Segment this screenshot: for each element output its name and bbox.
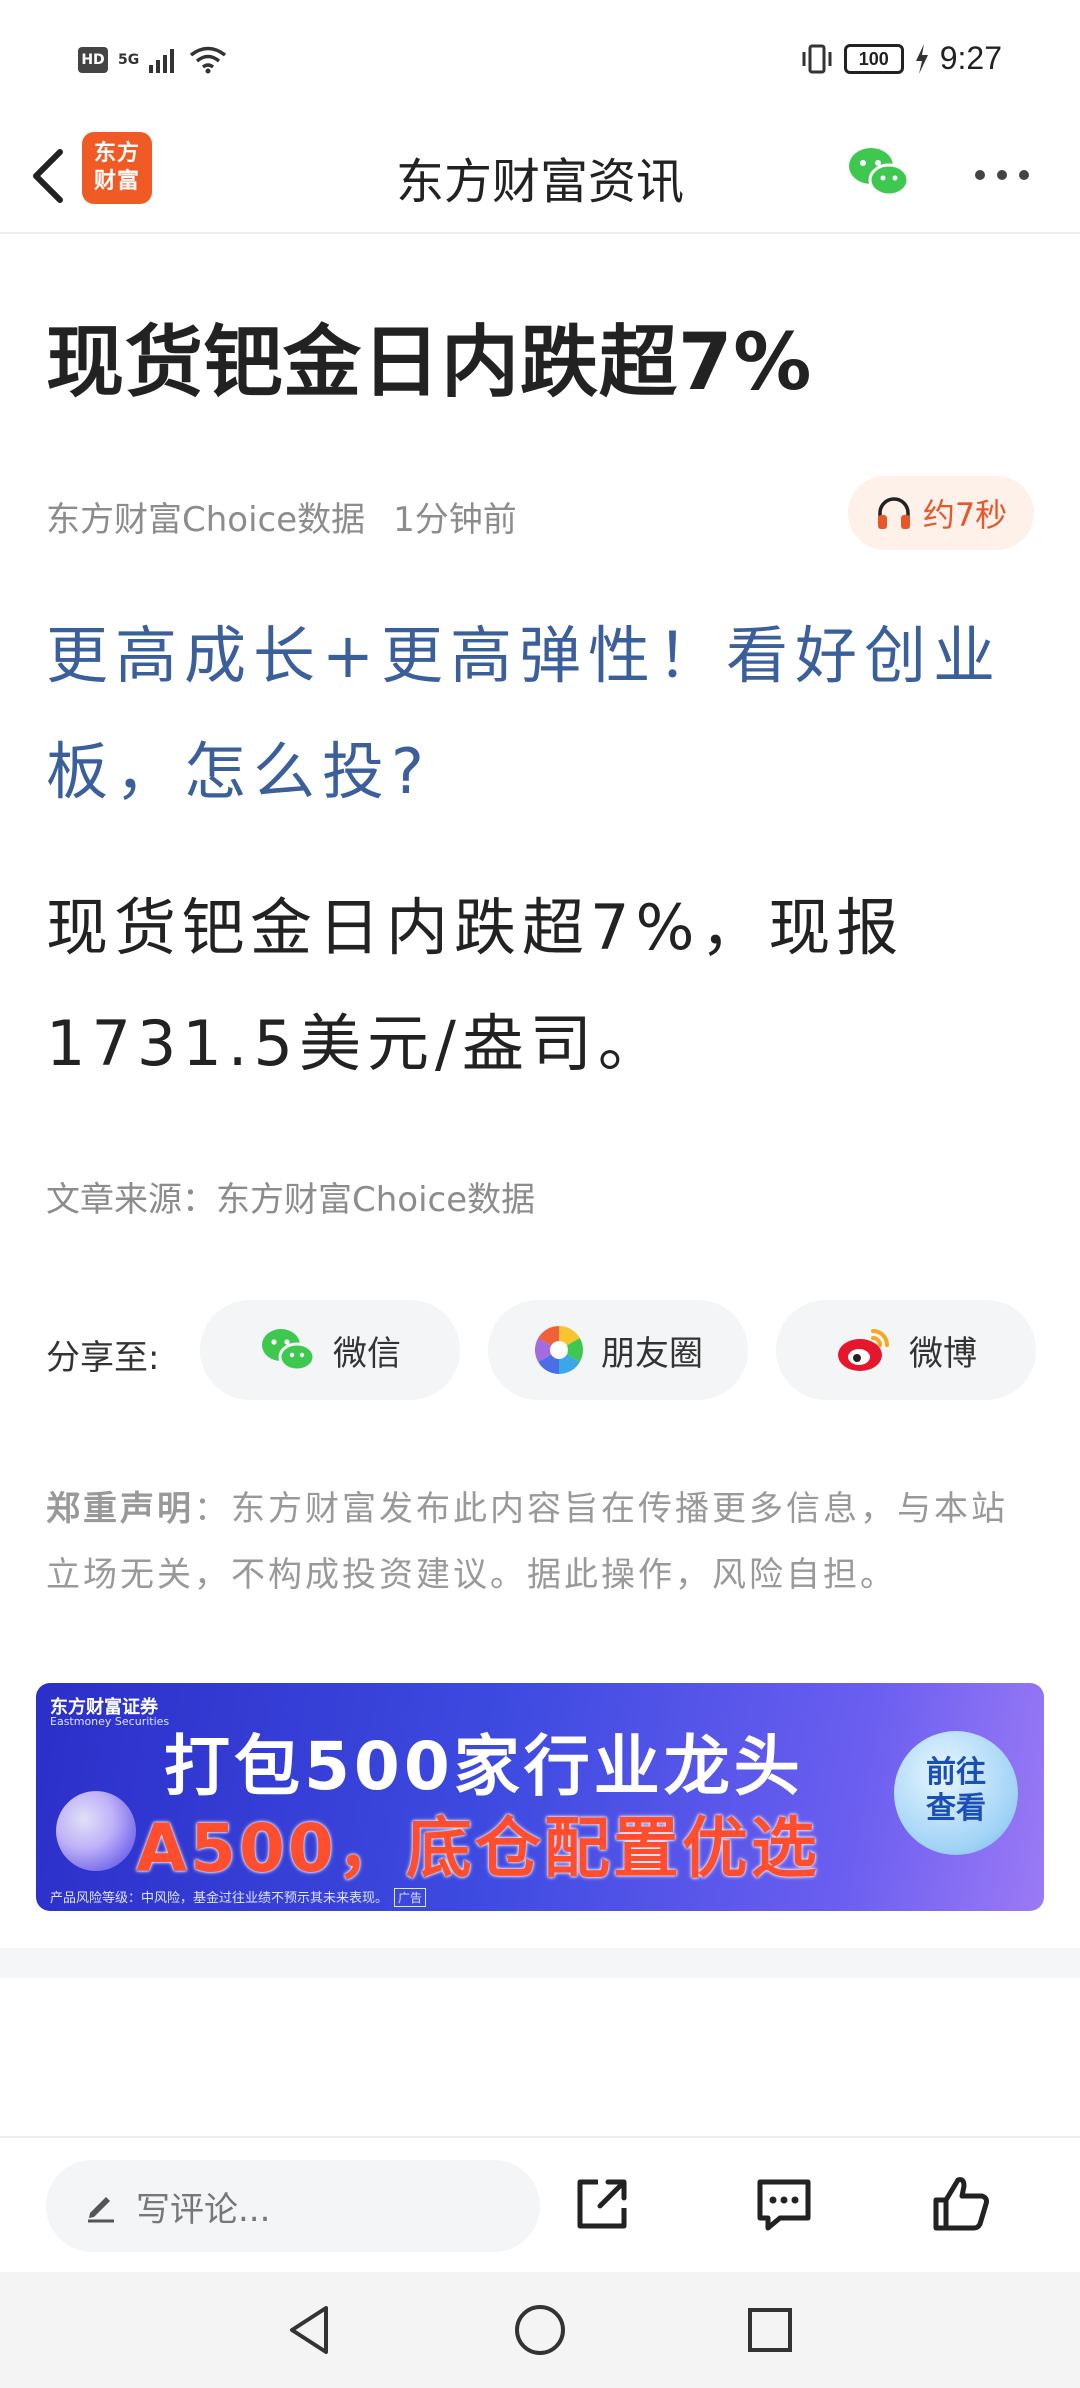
moments-icon [534, 1326, 584, 1374]
like-button[interactable] [930, 2172, 994, 2236]
system-back-button[interactable] [280, 2300, 340, 2360]
bottom-action-bar: 写评论... [0, 2136, 1080, 2272]
listen-button[interactable]: 约7秒 [848, 476, 1034, 550]
wechat-icon [262, 1329, 316, 1372]
comment-icon [757, 2179, 811, 2231]
comments-button[interactable] [752, 2172, 816, 2236]
top-nav-bar: 东方 财富 东方财富资讯 [0, 120, 1080, 234]
weibo-icon [838, 1329, 889, 1371]
ad-cta-line2: 查看 [926, 1791, 986, 1826]
square-recents-icon [748, 2308, 792, 2352]
wechat-icon [849, 148, 910, 197]
page-title: 东方财富资讯 [395, 154, 684, 210]
article-body: 现货钯金日内跌超7%，现报1731.5美元/盎司。 [46, 891, 905, 1080]
share-wechat-label: 微信 [333, 1333, 401, 1374]
circle-home-icon [515, 2305, 565, 2355]
ad-cta-line1: 前往 [926, 1755, 986, 1790]
article-author[interactable]: 东方财富Choice数据 [46, 500, 365, 540]
pen-icon [88, 2197, 114, 2223]
share-moments-label: 朋友圈 [601, 1333, 703, 1374]
clock: 9:27 [939, 40, 1002, 76]
triangle-back-icon [290, 2306, 328, 2354]
more-dots-icon [975, 170, 1029, 180]
section-divider [0, 1948, 1080, 1978]
ad-cta-button[interactable]: 前往 查看 [894, 1731, 1018, 1855]
ad-banner[interactable]: 东方财富证券 Eastmoney Securities 打包500家行业龙头 A… [36, 1683, 1044, 1911]
charging-icon [915, 43, 928, 74]
share-icon [577, 2179, 627, 2229]
article-meta: 东方财富Choice数据 1分钟前 [46, 492, 517, 541]
share-weibo-label: 微博 [909, 1333, 977, 1374]
related-article-link[interactable]: 更高成长+更高弹性！看好创业板，怎么投? [46, 598, 1036, 830]
article-headline: 现货钯金日内跌超7% [46, 318, 813, 408]
share-moments-button[interactable]: 朋友圈 [488, 1300, 748, 1400]
system-recents-button[interactable] [740, 2300, 800, 2360]
share-label: 分享至: [46, 1338, 160, 1378]
ad-subheadline: A500，底仓配置优选 [136, 1810, 820, 1887]
vibrate-icon [802, 44, 832, 73]
audio-duration: 约7秒 [922, 496, 1008, 534]
decorative-orb [56, 1791, 136, 1871]
wifi-icon [190, 46, 227, 74]
hd-badge: HD [78, 47, 108, 73]
headphones-icon [877, 497, 910, 529]
ad-tag: 广告 [394, 1888, 427, 1907]
signal-icon [149, 49, 175, 73]
battery-indicator: 100 [843, 43, 904, 74]
article-source: 文章来源：东方财富Choice数据 [46, 1180, 536, 1220]
ad-risk-note: 产品风险等级：中风险，基金过往业绩不预示其未来表现。 广告 [50, 1887, 427, 1907]
system-home-button[interactable] [510, 2300, 570, 2360]
ad-risk-text: 产品风险等级：中风险，基金过往业绩不预示其未来表现。 [50, 1891, 389, 1906]
comment-input[interactable]: 写评论... [46, 2160, 540, 2252]
more-button[interactable] [972, 160, 1032, 190]
wechat-share-button[interactable] [845, 138, 913, 206]
status-left: HD 5G [78, 46, 227, 74]
status-right: 100 9:27 [800, 40, 1002, 77]
share-weibo-button[interactable]: 微博 [776, 1300, 1036, 1400]
share-button[interactable] [570, 2172, 634, 2236]
system-navigation-bar [0, 2272, 1080, 2388]
network-type: 5G [118, 52, 140, 68]
disclaimer: 郑重声明：东方财富发布此内容旨在传播更多信息，与本站立场无关，不构成投资建议。据… [46, 1476, 1036, 1608]
share-wechat-button[interactable]: 微信 [200, 1300, 460, 1400]
ad-brand-en: Eastmoney Securities [50, 1715, 170, 1728]
disclaimer-title: 郑重声明 [46, 1489, 194, 1529]
thumbs-up-icon [933, 2177, 989, 2231]
status-bar: HD 5G 100 9:27 [0, 0, 1080, 120]
comment-placeholder: 写评论... [136, 2189, 271, 2230]
article-time: 1分钟前 [393, 500, 517, 540]
